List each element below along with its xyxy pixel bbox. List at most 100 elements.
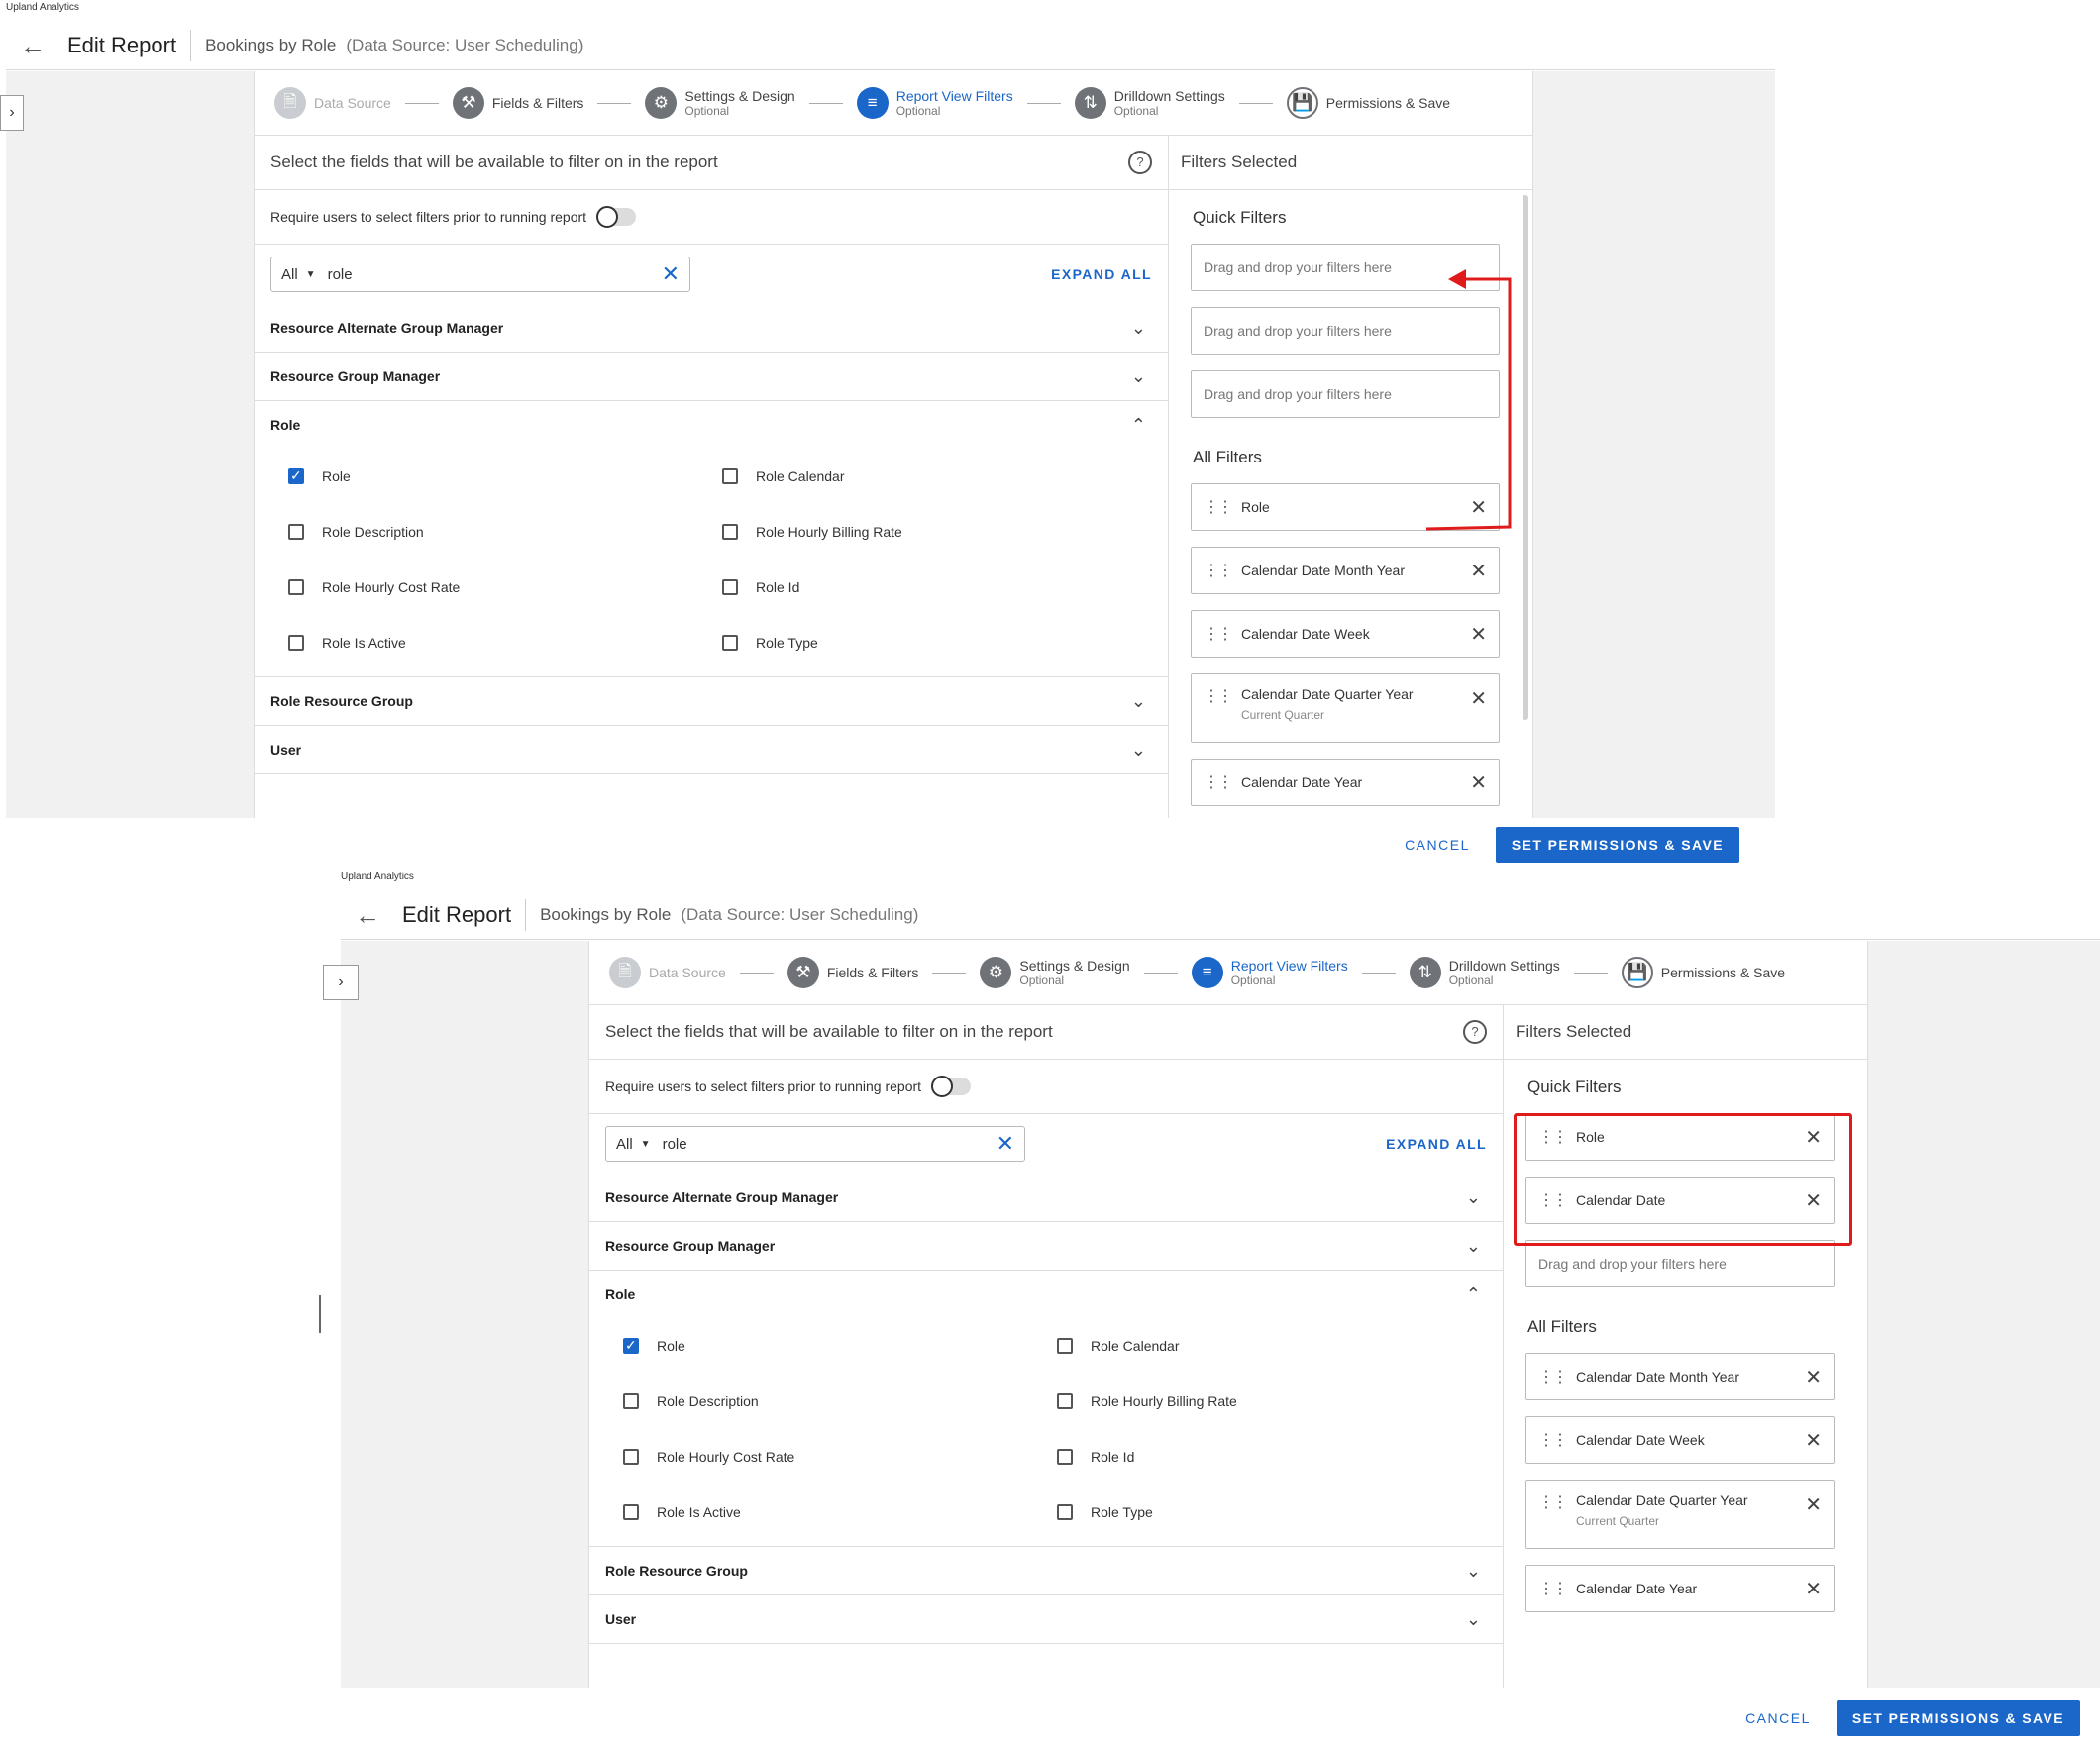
- step-drilldown-settings[interactable]: ⇅ Drilldown Settings Optional: [1409, 957, 1560, 988]
- page-title: Edit Report: [402, 902, 512, 927]
- drag-handle-icon[interactable]: ⋮⋮: [1538, 1430, 1568, 1450]
- step-permissions-save[interactable]: 💾 Permissions & Save: [1621, 957, 1786, 988]
- step-connector: [1361, 972, 1396, 974]
- checkbox-checked[interactable]: [623, 1337, 639, 1354]
- close-icon[interactable]: ✕: [1805, 1428, 1822, 1453]
- field-checkbox-item[interactable]: Role Description: [623, 1374, 1057, 1429]
- close-icon[interactable]: ✕: [1805, 1577, 1822, 1601]
- step-sub: Optional: [1230, 974, 1276, 987]
- step-sub: Optional: [1019, 974, 1065, 987]
- report-name: Bookings by Role: [540, 905, 672, 924]
- back-arrow-icon[interactable]: ←: [353, 900, 382, 931]
- group-row[interactable]: Resource Alternate Group Manager ⌄: [589, 1174, 1503, 1222]
- field-label: Role Description: [657, 1393, 759, 1409]
- search-value: role: [662, 1135, 687, 1153]
- group-row[interactable]: Role ⌃: [589, 1271, 1503, 1318]
- checkbox[interactable]: [623, 1393, 639, 1409]
- filter-card[interactable]: ⋮⋮ Calendar Date Year ✕: [1525, 1565, 1835, 1612]
- brand-label: Upland Analytics: [341, 872, 414, 882]
- step-data-source[interactable]: 🗎 Data Source: [609, 957, 726, 988]
- all-filters-title: All Filters: [1527, 1317, 1597, 1336]
- filter-sublabel: Current Quarter: [1576, 1514, 1660, 1528]
- drag-handle-icon[interactable]: ⋮⋮: [1538, 1579, 1568, 1598]
- save-icon: 💾: [1621, 957, 1653, 988]
- set-permissions-save-button[interactable]: SET PERMISSIONS & SAVE: [1836, 1700, 2080, 1736]
- field-search-input[interactable]: All ▼ role ✕: [605, 1126, 1025, 1162]
- field-checkbox-item[interactable]: Role Hourly Billing Rate: [1057, 1374, 1503, 1429]
- field-label: Role Calendar: [1091, 1338, 1180, 1354]
- gear-icon: ⚙: [980, 957, 1012, 988]
- footer-actions: CANCEL SET PERMISSIONS & SAVE: [0, 818, 1759, 872]
- filter-label: Calendar Date Quarter Year: [1576, 1492, 1748, 1508]
- field-checkbox-item[interactable]: Role Id: [1057, 1429, 1503, 1485]
- chevron-right-icon[interactable]: ›: [323, 965, 359, 1000]
- group-label: Role: [605, 1286, 636, 1302]
- checkbox[interactable]: [1057, 1504, 1073, 1520]
- filter-card[interactable]: ⋮⋮ Calendar Date Week ✕: [1525, 1416, 1835, 1464]
- sort-icon: ⇅: [1409, 957, 1441, 988]
- group-label: Resource Group Manager: [605, 1238, 776, 1254]
- require-filters-label: Require users to select filters prior to…: [605, 1078, 922, 1094]
- wizard-panel: 🗎 Data Source ⚒ Fields & Filters ⚙ Setti…: [588, 941, 1868, 1688]
- field-checkbox-item[interactable]: Role Hourly Cost Rate: [623, 1429, 1057, 1485]
- group-label: User: [605, 1611, 637, 1627]
- group-row[interactable]: Resource Group Manager ⌄: [589, 1222, 1503, 1271]
- scope-select[interactable]: All: [616, 1136, 633, 1153]
- expand-all-button[interactable]: EXPAND ALL: [1386, 1136, 1487, 1152]
- screenshot-after: Upland Analytics ← Edit Report Bookings …: [319, 870, 2100, 1745]
- group-label: Resource Alternate Group Manager: [605, 1189, 839, 1205]
- filter-card[interactable]: ⋮⋮ Calendar Date Quarter Year Current Quar…: [1525, 1480, 1835, 1549]
- wizard-stepper: 🗎 Data Source ⚒ Fields & Filters ⚙ Setti…: [589, 941, 1867, 1005]
- checkbox[interactable]: [1057, 1393, 1073, 1409]
- field-checkbox-item[interactable]: Role: [623, 1318, 1057, 1374]
- caret-down-icon[interactable]: ▼: [641, 1139, 651, 1150]
- close-icon[interactable]: ✕: [1805, 1365, 1822, 1389]
- field-checkbox-item[interactable]: Role Calendar: [1057, 1318, 1503, 1374]
- step-fields-filters[interactable]: ⚒ Fields & Filters: [787, 957, 919, 988]
- step-connector: [739, 972, 774, 974]
- cancel-button[interactable]: CANCEL: [1745, 1710, 1811, 1726]
- dropzone-text: Drag and drop your filters here: [1538, 1256, 1727, 1272]
- step-label: Settings & Design: [1019, 958, 1130, 974]
- step-label: Permissions & Save: [1660, 965, 1786, 980]
- checkbox[interactable]: [1057, 1449, 1073, 1465]
- drag-handle-icon[interactable]: ⋮⋮: [1538, 1492, 1568, 1512]
- step-label: Fields & Filters: [826, 965, 919, 980]
- cancel-button[interactable]: CANCEL: [1405, 837, 1470, 853]
- step-connector: [1573, 972, 1608, 974]
- quick-filter-dropzone[interactable]: Drag and drop your filters here: [1525, 1240, 1835, 1287]
- close-icon[interactable]: ✕: [1805, 1492, 1822, 1517]
- step-settings-design[interactable]: ⚙ Settings & Design Optional: [980, 957, 1130, 988]
- field-label: Role Is Active: [657, 1504, 741, 1520]
- field-label: Role Hourly Cost Rate: [657, 1449, 795, 1465]
- checkbox[interactable]: [623, 1449, 639, 1465]
- step-report-view-filters[interactable]: ≡ Report View Filters Optional: [1191, 957, 1348, 988]
- require-filters-toggle[interactable]: [931, 1076, 972, 1097]
- step-label: Data Source: [649, 965, 726, 980]
- checkbox[interactable]: [1057, 1338, 1073, 1354]
- quick-filters-title: Quick Filters: [1527, 1078, 1622, 1096]
- field-label: Role Id: [1091, 1449, 1135, 1465]
- field-checkbox-item[interactable]: Role Is Active: [623, 1485, 1057, 1540]
- step-connector: [1143, 972, 1178, 974]
- field-label: Role Type: [1091, 1504, 1153, 1520]
- filter-card[interactable]: ⋮⋮ Calendar Date Month Year ✕: [1525, 1353, 1835, 1400]
- set-permissions-save-button[interactable]: SET PERMISSIONS & SAVE: [1495, 827, 1739, 863]
- header-divider: [525, 899, 527, 931]
- edge-marker: [319, 1295, 321, 1333]
- group-label: Role Resource Group: [605, 1563, 748, 1579]
- page-header: ← Edit Report Bookings by Role (Data Sou…: [341, 891, 2100, 940]
- group-row[interactable]: User ⌄: [589, 1595, 1503, 1644]
- clear-search-icon[interactable]: ✕: [997, 1131, 1014, 1157]
- checkbox[interactable]: [623, 1504, 639, 1520]
- field-label: Role Hourly Billing Rate: [1091, 1393, 1237, 1409]
- drag-handle-icon[interactable]: ⋮⋮: [1538, 1367, 1568, 1386]
- filter-icon: ≡: [1191, 957, 1223, 988]
- group-row[interactable]: Role Resource Group ⌄: [589, 1547, 1503, 1595]
- field-checkbox-item[interactable]: Role Type: [1057, 1485, 1503, 1540]
- field-list-pane: Select the fields that will be available…: [589, 1005, 1504, 1688]
- filters-selected-heading: Filters Selected: [1504, 1005, 1867, 1060]
- field-label: Role: [657, 1338, 685, 1354]
- filters-selected-pane: Filters Selected Quick Filters ⋮⋮ Role ✕ ⋮…: [1504, 1005, 1867, 1688]
- help-icon[interactable]: ?: [1463, 1020, 1487, 1044]
